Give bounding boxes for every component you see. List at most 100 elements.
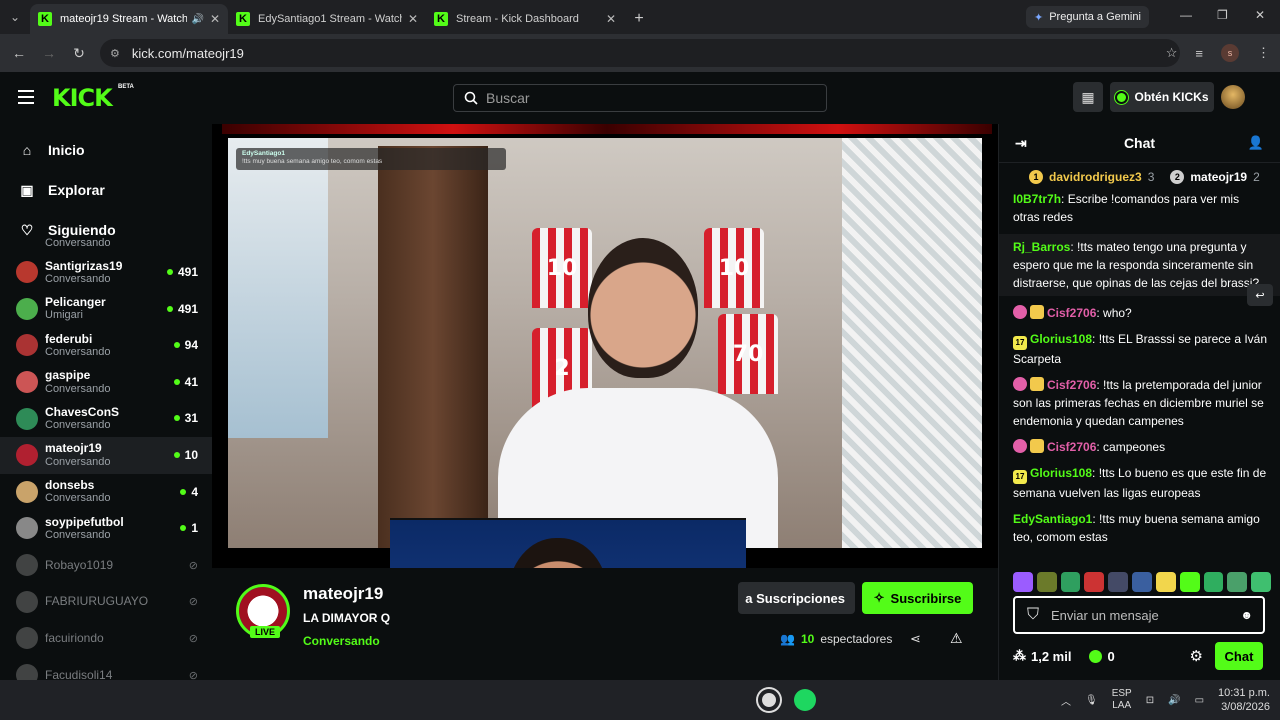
- site-info-icon[interactable]: ⚙: [110, 47, 120, 60]
- microphone-icon[interactable]: 🎙: [1085, 695, 1098, 706]
- url-field[interactable]: ⚙ kick.com/mateojr19: [100, 39, 1180, 67]
- chat-message[interactable]: Cisf2706: campeones: [1013, 438, 1267, 456]
- chat-username[interactable]: Cisf2706: [1047, 378, 1096, 392]
- stream-video[interactable]: 10 10 2 70 EdySantiago1 !tts muy buena s…: [228, 138, 982, 548]
- offline-channel-item[interactable]: facuiriondo ⊘: [0, 620, 212, 657]
- tab-edysantiago1[interactable]: K EdySantiago1 Stream - Watch Live ✕: [228, 4, 426, 34]
- chat-message[interactable]: EdySantiago1: !tts muy buena semana amig…: [1013, 510, 1267, 546]
- chat-username[interactable]: I0B7tr7h: [1013, 192, 1061, 206]
- emote-icon[interactable]: [1060, 572, 1081, 592]
- speaker-icon[interactable]: 🔊: [191, 14, 203, 25]
- tab-mateojr19[interactable]: K mateojr19 Stream - Watch Live 🔊 ✕: [30, 4, 228, 34]
- chat-message[interactable]: Cisf2706: who?: [1013, 304, 1267, 322]
- channel-item[interactable]: soypipefutbol Conversando 1: [0, 510, 212, 547]
- channel-item-selected[interactable]: mateojr19 Conversando 10: [0, 436, 212, 474]
- chat-input-box[interactable]: ⛉ ☻: [1013, 596, 1265, 634]
- language-indicator[interactable]: ESP LAA: [1112, 688, 1132, 712]
- subscriptions-button[interactable]: a Suscripciones: [738, 582, 855, 614]
- channel-item[interactable]: Santigrizas19 Conversando 491: [0, 254, 212, 291]
- video-player[interactable]: 10 10 2 70 EdySantiago1 !tts muy buena s…: [212, 124, 998, 568]
- emote-icon[interactable]: [1179, 572, 1200, 592]
- chat-input[interactable]: [1051, 607, 1222, 623]
- back-icon[interactable]: ←: [4, 45, 34, 61]
- emoji-picker-icon[interactable]: ☻: [1240, 608, 1253, 622]
- chat-message[interactable]: Cisf2706: !tts la pretemporada del junio…: [1013, 376, 1267, 430]
- sidebar-item-inicio[interactable]: ⌂ Inicio: [0, 130, 212, 170]
- battery-icon[interactable]: ▭: [1195, 695, 1204, 706]
- emote-icon[interactable]: [1036, 572, 1057, 592]
- chat-username[interactable]: EdySantiago1: [1013, 512, 1092, 526]
- offline-channel-item[interactable]: Facudisoli14 ⊘: [0, 657, 212, 680]
- channel-item[interactable]: donsebs Conversando 4: [0, 474, 212, 511]
- chat-username[interactable]: Cisf2706: [1047, 440, 1096, 454]
- emote-icon[interactable]: [1084, 572, 1105, 592]
- profile-avatar[interactable]: s: [1221, 44, 1239, 62]
- emote-icon[interactable]: [1132, 572, 1152, 592]
- channel-item[interactable]: Pelicanger Umigari 491: [0, 291, 212, 328]
- new-tab-button[interactable]: +: [624, 4, 654, 34]
- sidebar-item-explorar[interactable]: ▣ Explorar: [0, 170, 212, 210]
- spotify-app-icon[interactable]: [794, 689, 816, 711]
- network-icon[interactable]: ⊡: [1146, 695, 1154, 706]
- user-avatar[interactable]: [1221, 85, 1245, 109]
- viewer-count-value: 94: [184, 338, 198, 353]
- close-window-icon[interactable]: ✕: [1255, 8, 1265, 22]
- reload-icon[interactable]: ↻: [64, 45, 94, 62]
- tab-search-icon[interactable]: ⌄: [0, 0, 30, 34]
- emote-icon[interactable]: [1251, 572, 1271, 592]
- media-icon[interactable]: ≡: [1195, 46, 1203, 61]
- chat-message[interactable]: I0B7tr7h: Escribe !comandos para ver mis…: [1013, 190, 1267, 226]
- maximize-icon[interactable]: ❐: [1217, 8, 1228, 22]
- chat-settings-icon[interactable]: ⚙: [1190, 647, 1203, 665]
- gifter-name[interactable]: davidrodriguez3: [1049, 170, 1142, 184]
- crown-badge-icon: [1030, 439, 1044, 453]
- emote-icon[interactable]: [1013, 572, 1033, 592]
- chat-username[interactable]: Cisf2706: [1047, 306, 1096, 320]
- chat-username[interactable]: Rj_Barros: [1013, 240, 1070, 254]
- bookmark-star-icon[interactable]: ☆: [1166, 45, 1178, 61]
- offline-channel-item[interactable]: FABRIURUGUAYO ⊘: [0, 583, 212, 620]
- chat-message[interactable]: Rj_Barros: !tts mateo tengo una pregunta…: [999, 234, 1280, 296]
- get-kicks-button[interactable]: Obtén KICKs: [1110, 82, 1214, 112]
- chat-username[interactable]: Glorius108: [1030, 332, 1092, 346]
- tab-dashboard[interactable]: K Stream - Kick Dashboard ✕: [426, 4, 624, 34]
- emote-icon[interactable]: [1227, 572, 1248, 592]
- close-tab-icon[interactable]: ✕: [210, 12, 220, 26]
- report-icon[interactable]: ⚠: [950, 630, 963, 647]
- chat-send-button[interactable]: Chat: [1215, 642, 1263, 670]
- chat-username[interactable]: Glorius108: [1030, 466, 1092, 480]
- offline-channel-item[interactable]: Robayo1019 ⊘: [0, 547, 212, 584]
- collapse-chat-icon[interactable]: ⇥: [1015, 135, 1027, 152]
- minimize-icon[interactable]: —: [1180, 8, 1192, 22]
- channel-item[interactable]: federubi Conversando 94: [0, 327, 212, 364]
- search-box[interactable]: [453, 84, 827, 112]
- subscribe-button[interactable]: ✧ Suscribirse: [862, 582, 973, 614]
- obs-app-icon[interactable]: [758, 689, 780, 711]
- library-button[interactable]: ▦: [1073, 82, 1103, 112]
- gemini-button[interactable]: ✦ Pregunta a Gemini: [1026, 6, 1149, 28]
- close-tab-icon[interactable]: ✕: [408, 12, 418, 26]
- emote-icon[interactable]: [1203, 572, 1224, 592]
- hamburger-menu-icon[interactable]: [18, 90, 34, 104]
- volume-icon[interactable]: 🔊: [1168, 695, 1180, 706]
- close-tab-icon[interactable]: ✕: [606, 12, 616, 26]
- channel-item[interactable]: ChavesConS Conversando 31: [0, 400, 212, 437]
- reply-icon[interactable]: ↩: [1247, 284, 1273, 306]
- search-input[interactable]: [486, 90, 806, 106]
- clock[interactable]: 10:31 p.m. 3/08/2026: [1218, 686, 1270, 714]
- share-icon[interactable]: ⋖: [910, 631, 921, 647]
- chat-users-icon[interactable]: 👤: [1248, 135, 1264, 151]
- menu-dots-icon[interactable]: ⋮: [1257, 45, 1270, 61]
- tray-chevron-icon[interactable]: ︿: [1061, 693, 1071, 708]
- kick-logo[interactable]: KICK: [52, 84, 113, 112]
- chat-message[interactable]: 17 Glorius108: !tts EL Brasssi se parece …: [1013, 330, 1267, 368]
- forward-icon[interactable]: →: [34, 45, 64, 61]
- channel-item[interactable]: gaspipe Conversando 41: [0, 364, 212, 401]
- emote-icon[interactable]: [1155, 572, 1176, 592]
- channel-name-heading[interactable]: mateojr19: [303, 584, 383, 604]
- stream-category-link[interactable]: Conversando: [303, 634, 380, 648]
- gifter-name[interactable]: mateojr19: [1190, 170, 1247, 184]
- chat-message-list[interactable]: I0B7tr7h: Escribe !comandos para ver mis…: [999, 190, 1280, 592]
- emote-icon[interactable]: [1108, 572, 1129, 592]
- chat-message[interactable]: 17 Glorius108: !tts Lo bueno es que este …: [1013, 464, 1267, 502]
